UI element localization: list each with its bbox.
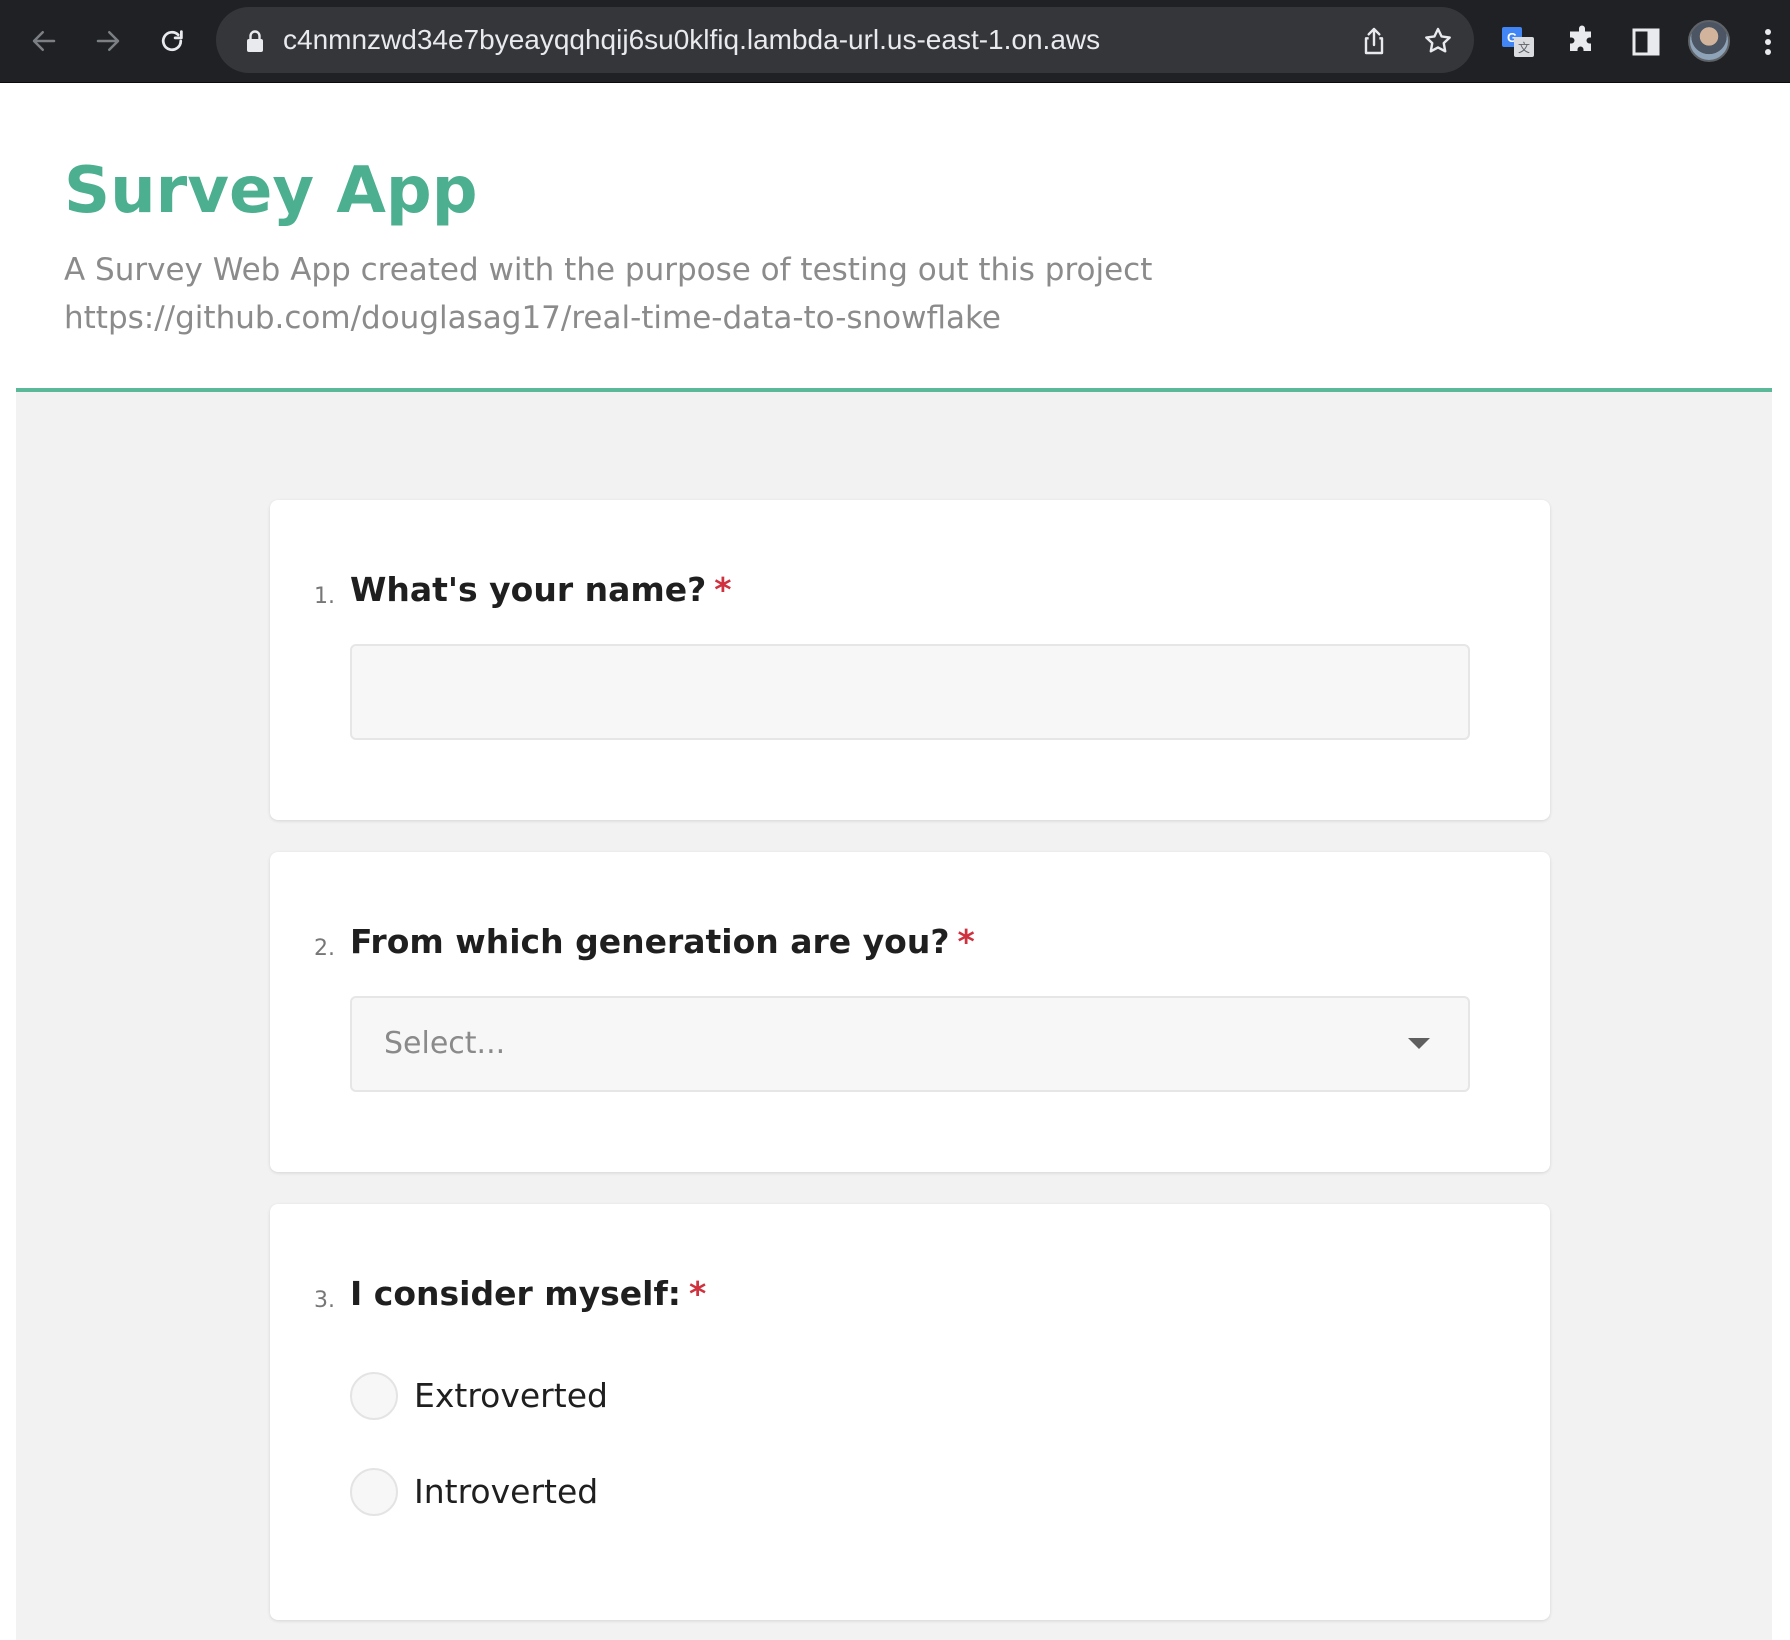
question-title: What's your name? * (350, 570, 732, 609)
profile-avatar[interactable] (1688, 20, 1730, 62)
side-panel-icon[interactable] (1628, 24, 1664, 60)
question-number: 1. (314, 584, 335, 609)
name-input[interactable] (350, 644, 1470, 740)
arrow-right-icon (96, 31, 120, 51)
select-placeholder: Select... (384, 1026, 506, 1061)
url-text[interactable]: c4nmnzwd34e7byeayqqhqij6su0klfiq.lambda-… (283, 7, 1100, 73)
question-text: I consider myself: (350, 1274, 681, 1313)
question-title: I consider myself: * (350, 1274, 706, 1313)
page-edge (1772, 392, 1790, 1640)
required-marker: * (689, 1274, 707, 1313)
radio-button[interactable] (350, 1372, 398, 1420)
forward-button[interactable] (84, 18, 132, 64)
question-number: 2. (314, 936, 335, 961)
radio-label[interactable]: Extroverted (414, 1372, 608, 1420)
required-marker: * (957, 922, 975, 961)
generation-select[interactable]: Select... (350, 996, 1470, 1092)
page-header: Survey App A Survey Web App created with… (0, 84, 1790, 390)
required-marker: * (714, 570, 732, 609)
more-menu-icon[interactable] (1758, 22, 1778, 62)
app-description: A Survey Web App created with the purpos… (64, 252, 1153, 336)
extensions-puzzle-icon[interactable] (1564, 24, 1600, 60)
back-button[interactable] (20, 18, 68, 64)
question-card-name: 1. What's your name? * (270, 500, 1550, 820)
lock-icon (247, 30, 263, 52)
bookmark-star-icon[interactable] (1422, 25, 1454, 57)
address-bar[interactable]: c4nmnzwd34e7byeayqqhqij6su0klfiq.lambda-… (216, 7, 1474, 73)
radio-button[interactable] (350, 1468, 398, 1516)
survey-form: 1. What's your name? * 2. From which gene… (16, 392, 1772, 1640)
browser-toolbar: c4nmnzwd34e7byeayqqhqij6su0klfiq.lambda-… (0, 0, 1790, 83)
question-text: From which generation are you? (350, 922, 950, 961)
question-card-personality: 3. I consider myself: * Extroverted Intro… (270, 1204, 1550, 1620)
question-number: 3. (314, 1288, 335, 1313)
svg-text:文: 文 (1518, 40, 1530, 55)
reload-icon (161, 30, 183, 52)
google-translate-icon[interactable]: G 文 (1500, 24, 1536, 60)
question-title: From which generation are you? * (350, 922, 975, 961)
arrow-left-icon (32, 31, 56, 51)
caret-down-icon (1408, 1038, 1430, 1049)
app-title: Survey App (64, 154, 478, 228)
reload-button[interactable] (148, 18, 196, 64)
radio-label[interactable]: Introverted (414, 1468, 598, 1516)
share-icon[interactable] (1358, 25, 1390, 57)
question-card-generation: 2. From which generation are you? * Selec… (270, 852, 1550, 1172)
question-text: What's your name? (350, 570, 707, 609)
